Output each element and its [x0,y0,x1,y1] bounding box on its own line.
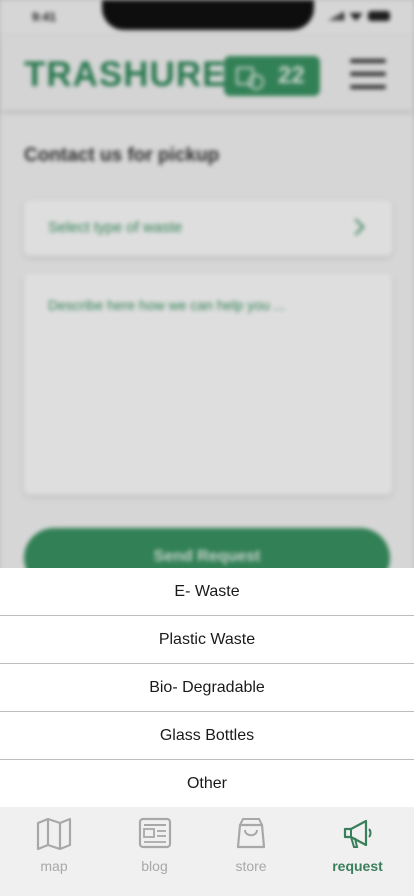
option-plastic-waste[interactable]: Plastic Waste [0,616,414,664]
nav-item-blog[interactable]: blog [108,807,201,896]
option-glass-bottles[interactable]: Glass Bottles [0,712,414,760]
option-other[interactable]: Other [0,760,414,807]
nav-item-request[interactable]: request [301,807,414,896]
nav-item-map[interactable]: map [0,807,108,896]
bottom-nav: map blog store request [0,807,414,896]
nav-label-request: request [332,858,383,874]
option-bio-degradable[interactable]: Bio- Degradable [0,664,414,712]
bag-icon [236,817,266,854]
map-icon [36,817,72,856]
waste-type-sheet: E- Waste Plastic Waste Bio- Degradable G… [0,568,414,807]
nav-label-blog: blog [141,858,168,874]
nav-label-map: map [40,858,68,874]
blog-icon [138,817,172,854]
megaphone-icon [342,817,374,854]
option-e-waste[interactable]: E- Waste [0,568,414,616]
nav-item-store[interactable]: store [201,807,301,896]
nav-label-store: store [235,858,267,874]
